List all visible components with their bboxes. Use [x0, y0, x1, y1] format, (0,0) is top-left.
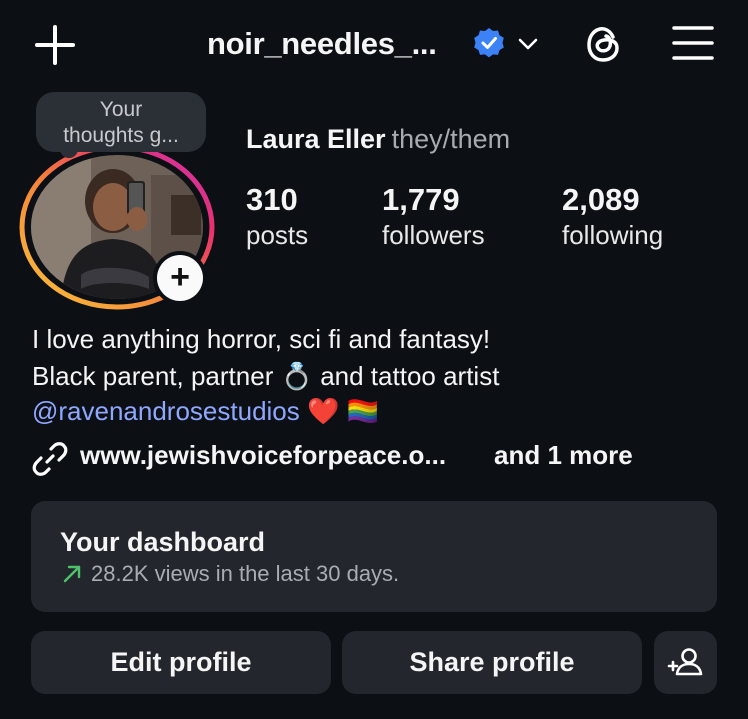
add-person-icon: [667, 648, 703, 676]
stat-followers[interactable]: 1,779 followers: [382, 182, 485, 252]
profile-name-row: Laura Eller they/them: [246, 124, 510, 155]
dashboard-title: Your dashboard: [60, 527, 266, 557]
stat-followers-value: 1,779: [382, 182, 460, 217]
add-story-button[interactable]: +: [153, 251, 207, 305]
trend-up-arrow-icon: [63, 565, 81, 583]
bio-line-2-end: and tattoo artist: [320, 361, 500, 391]
stat-followers-label: followers: [382, 220, 485, 250]
bio-line-2: Black parent, partner 💍 and tattoo artis…: [32, 359, 499, 393]
bio-mention-link[interactable]: @ravenandrosestudios: [32, 396, 300, 426]
note-text-line2: thoughts g...: [63, 124, 179, 147]
account-username[interactable]: noir_needles_...: [207, 26, 437, 62]
profile-pronouns: they/them: [391, 124, 511, 154]
stat-posts-value: 310: [246, 182, 298, 217]
add-story-plus: +: [157, 255, 203, 301]
chevron-down-icon[interactable]: [514, 30, 542, 58]
stat-posts-label: posts: [246, 220, 309, 250]
heart-pride-emoji: ❤️ 🏳️‍🌈: [307, 396, 379, 426]
share-profile-button[interactable]: Share profile: [342, 631, 642, 694]
stat-following[interactable]: 2,089 following: [562, 182, 663, 252]
bio-line-3: @ravenandrosestudios ❤️ 🏳️‍🌈: [32, 394, 379, 428]
stat-following-value: 2,089: [562, 182, 640, 217]
profile-name: Laura Eller: [246, 124, 386, 154]
plus-icon[interactable]: [34, 24, 76, 66]
link-icon: [32, 442, 68, 476]
dashboard-views-summary: 28.2K views in the last 30 days.: [91, 561, 400, 586]
threads-icon[interactable]: [582, 22, 626, 66]
more-links-button[interactable]: and 1 more: [494, 440, 633, 471]
bio-line-2-start: Black parent, partner: [32, 361, 274, 391]
top-bar: noir_needles_...: [0, 0, 748, 90]
stat-posts[interactable]: 310 posts: [246, 182, 308, 252]
stat-following-label: following: [562, 220, 664, 250]
note-bubble[interactable]: Your thoughts g...: [36, 92, 206, 152]
verified-badge-icon: [474, 28, 504, 58]
ring-emoji: 💍: [280, 361, 313, 391]
discover-people-button[interactable]: [654, 631, 717, 694]
website-link[interactable]: www.jewishvoiceforpeace.o...: [80, 440, 446, 471]
edit-profile-button[interactable]: Edit profile: [31, 631, 331, 694]
dashboard-card[interactable]: Your dashboard 28.2K views in the last 3…: [31, 501, 717, 612]
bio-line-1: I love anything horror, sci fi and fanta…: [32, 324, 491, 354]
menu-icon[interactable]: [670, 22, 716, 64]
note-text-line1: Your: [99, 98, 143, 121]
